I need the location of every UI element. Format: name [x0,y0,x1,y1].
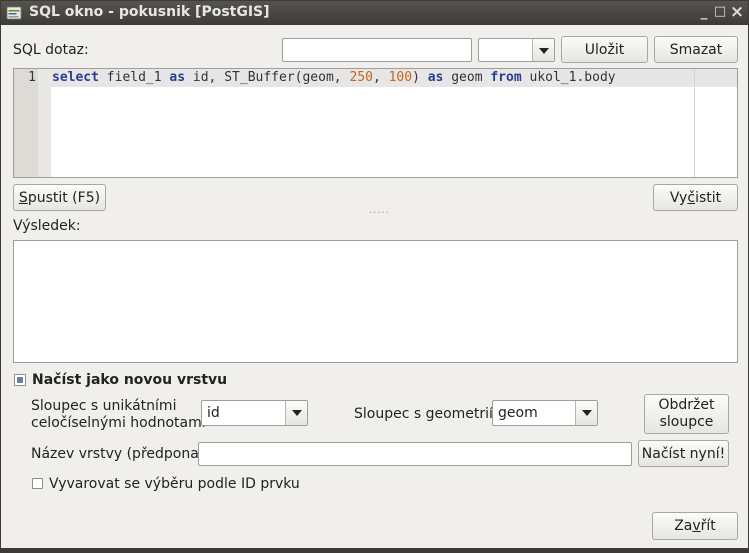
unique-column-dropdown-button[interactable] [285,401,307,425]
save-button[interactable]: Uložit [561,36,648,63]
unique-column-label-line2: celočíselnými hodnotami [31,415,206,431]
chevron-down-icon [539,48,549,54]
window-bottom-border [1,548,748,552]
sql-token: as [427,70,444,85]
layer-name-label: Název vrstvy (předpona) [31,446,205,462]
sql-token: geom [443,70,491,85]
line-number-gutter [14,69,38,177]
line-number: 1 [28,70,36,85]
layer-name-input[interactable] [198,442,632,466]
clear-button-label-post: istit [695,189,722,206]
sql-token: field_1 [98,70,170,85]
close-button[interactable]: Zavřít [652,512,738,540]
get-columns-button[interactable]: Obdržet sloupce [644,394,729,434]
window-title: SQL okno - pokusnik [PostGIS] [29,4,270,20]
close-icon[interactable]: × [728,3,746,21]
geometry-column-label: Sloupec s geometrií [354,406,493,422]
run-button[interactable]: Spustit (F5) [13,184,106,211]
sql-window: SQL okno - pokusnik [PostGIS] _ □ × SQL … [0,0,749,553]
sql-code-line: select field_1 as id, ST_Buffer(geom, 25… [52,70,616,85]
avoid-select-label: Vyvarovat se výběru podle ID prvku [49,476,300,492]
sql-token: , [372,70,389,85]
result-table[interactable] [13,240,738,363]
sql-token: ) [412,70,428,85]
chevron-down-icon [582,410,592,416]
sql-token: select [52,70,99,85]
geometry-column-value: geom [498,405,538,421]
sql-query-label: SQL dotaz: [13,42,89,58]
geometry-column-combo[interactable]: geom [492,400,598,426]
saved-queries-combo[interactable] [478,38,555,62]
sql-token: ukol_1.body [521,70,616,85]
geometry-column-dropdown-button[interactable] [575,401,597,425]
get-columns-label-line2: sloupce [659,414,714,430]
current-line-highlight-edge [695,69,737,87]
get-columns-label-line1: Obdržet [658,397,715,413]
delete-button[interactable]: Smazat [654,36,738,63]
unique-column-label: Sloupec s unikátními celočíselnými hodno… [31,398,206,432]
run-button-label: pustit (F5) [27,189,101,206]
fold-margin [38,69,51,177]
title-bar[interactable]: SQL okno - pokusnik [PostGIS] _ □ × [1,1,748,25]
load-as-layer-label: Načíst jako novou vrstvu [32,372,228,388]
sql-editor[interactable]: 1 select field_1 as id, ST_Buffer(geom, … [13,68,738,178]
sql-token: 100 [388,70,413,85]
load-as-layer-checkbox[interactable] [14,374,26,386]
close-button-mnemonic: v [692,518,701,534]
qgis-app-icon [6,5,22,21]
sql-token: 250 [349,70,373,85]
query-name-input[interactable] [282,38,472,62]
chevron-down-icon [292,410,302,416]
sql-token: from [490,70,522,85]
unique-column-label-line1: Sloupec s unikátními [31,398,177,414]
clear-button-label-pre: Vy [669,189,688,206]
unique-column-combo[interactable]: id [201,400,308,426]
run-button-mnemonic: S [18,189,28,206]
sql-token: as [169,70,186,85]
unique-column-value: id [207,405,220,421]
clear-button-mnemonic: č [687,189,696,206]
close-button-label-pre: Za [674,518,693,534]
splitter-handle[interactable]: ..... [369,205,390,216]
result-label: Výsledek: [13,218,81,234]
close-button-label-post: řít [700,518,716,534]
maximize-icon[interactable]: □ [711,3,729,21]
avoid-select-checkbox[interactable] [32,478,43,489]
clear-button[interactable]: Vyčistit [653,184,738,211]
saved-queries-dropdown-button[interactable] [532,39,554,61]
sql-token: id, ST_Buffer(geom, [185,70,350,85]
load-now-button[interactable]: Načíst nyní! [638,440,729,467]
